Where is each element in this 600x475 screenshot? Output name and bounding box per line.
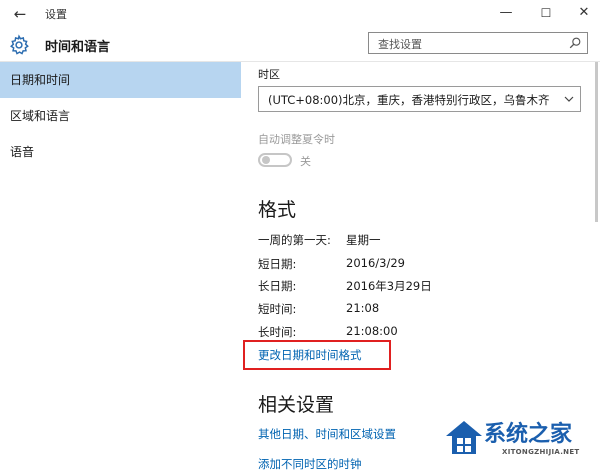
watermark-house-icon: [446, 421, 482, 454]
timezone-value: (UTC+08:00)北京，重庆，香港特别行政区，乌鲁木齐: [268, 93, 550, 107]
format-key: 长日期:: [258, 279, 297, 293]
search-icon[interactable]: [568, 36, 582, 50]
close-button[interactable]: ✕: [572, 2, 596, 24]
toggle-knob: [262, 156, 270, 164]
search-input[interactable]: [369, 34, 559, 55]
page-header: 时间和语言: [0, 28, 600, 62]
watermark-text: 系统之家: [484, 422, 573, 447]
related-settings-heading: 相关设置: [258, 394, 335, 416]
sidebar-item-region-language[interactable]: 区域和语言: [0, 98, 241, 134]
minimize-button[interactable]: —: [494, 2, 518, 24]
timezone-label: 时区: [258, 68, 280, 81]
format-key: 一周的第一天:: [258, 233, 331, 247]
format-value: 21:08: [346, 301, 380, 315]
formats-heading: 格式: [258, 199, 297, 221]
sidebar-item-date-time[interactable]: 日期和时间: [0, 62, 241, 98]
app-title: 设置: [45, 8, 67, 21]
dst-toggle[interactable]: [258, 153, 292, 167]
maximize-button[interactable]: ☐: [534, 2, 558, 24]
add-clocks-link[interactable]: 添加不同时区的时钟: [258, 456, 362, 472]
gear-icon: [10, 34, 29, 55]
format-key: 长时间:: [258, 325, 297, 339]
sidebar: 日期和时间 区域和语言 语音: [0, 62, 241, 475]
additional-settings-link[interactable]: 其他日期、时间和区域设置: [258, 426, 396, 442]
chevron-down-icon: [564, 96, 574, 102]
page-title: 时间和语言: [45, 40, 111, 55]
watermark-subtext: XITONGZHIJIA.NET: [502, 448, 580, 456]
scrollbar[interactable]: [595, 62, 598, 222]
format-key: 短时间:: [258, 302, 297, 316]
dst-label: 自动调整夏令时: [258, 133, 335, 146]
format-value: 星期一: [346, 233, 381, 247]
watermark-logo: 系统之家 XITONGZHIJIA.NET: [440, 412, 600, 475]
back-button[interactable]: ←: [10, 4, 30, 24]
change-format-link[interactable]: 更改日期和时间格式: [258, 347, 362, 363]
sidebar-item-speech[interactable]: 语音: [0, 134, 241, 170]
timezone-dropdown[interactable]: (UTC+08:00)北京，重庆，香港特别行政区，乌鲁木齐: [258, 86, 581, 112]
title-bar: ← 设置 — ☐ ✕: [0, 0, 600, 28]
format-value: 2016年3月29日: [346, 279, 432, 293]
search-box[interactable]: [368, 32, 588, 55]
dst-toggle-state: 关: [300, 155, 311, 168]
format-value: 21:08:00: [346, 324, 398, 338]
format-key: 短日期:: [258, 257, 297, 271]
format-value: 2016/3/29: [346, 256, 405, 270]
